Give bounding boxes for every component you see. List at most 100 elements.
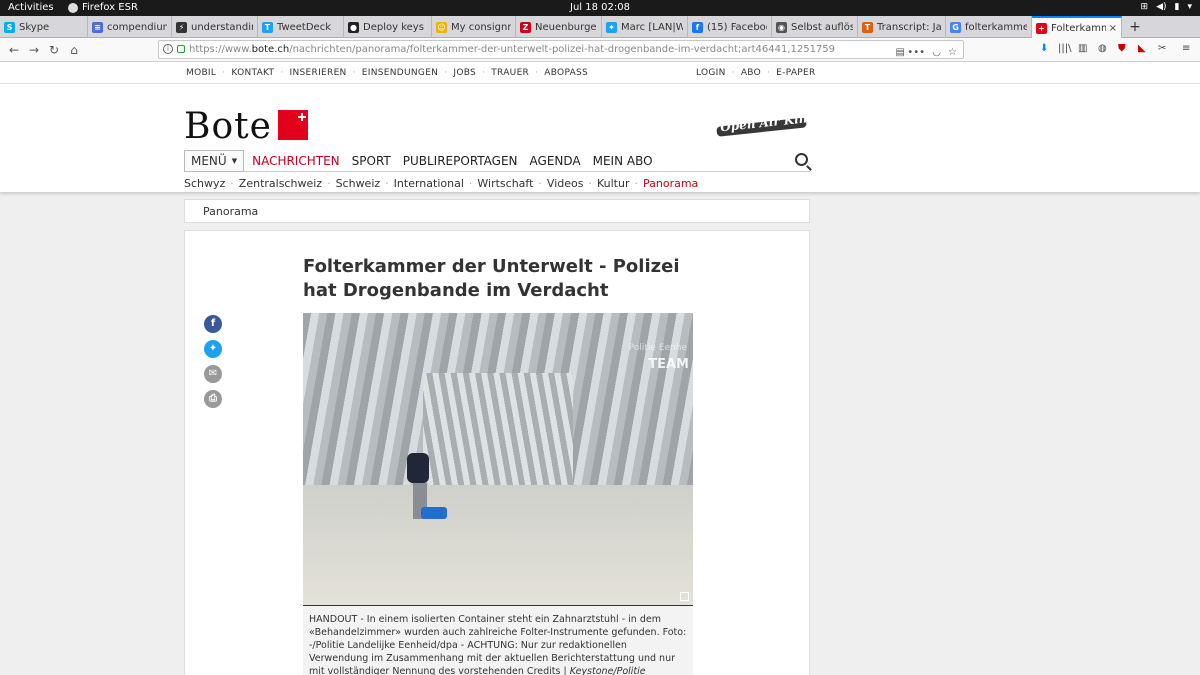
close-tab-icon[interactable]: × [1106, 23, 1117, 34]
breadcrumb[interactable]: Panorama [184, 199, 810, 223]
tab-9[interactable]: ◉ Selbst auflöse [772, 16, 858, 38]
article-photo[interactable]: Politie Eenhe TEAM [303, 313, 693, 605]
facebook-share-icon[interactable]: f [204, 315, 222, 333]
library-icon[interactable]: |||\ [1058, 43, 1071, 54]
swiss-cross-logo[interactable] [278, 110, 308, 140]
tab-label: Skype [19, 21, 50, 33]
menu-icon[interactable]: ≡ [1182, 43, 1190, 54]
skype-icon: S [4, 21, 15, 33]
app-menu[interactable]: Firefox ESR [68, 2, 138, 13]
tab-6[interactable]: Z Neuenburgers [516, 16, 602, 38]
site-logo[interactable]: Bote [184, 106, 272, 147]
bookmark-star-icon[interactable]: ☆ [948, 44, 957, 61]
utility-link-right-0[interactable]: LOGIN [696, 68, 726, 78]
sub-nav-item-1[interactable]: Zentralschweiz [239, 177, 322, 190]
separator: · [280, 68, 284, 78]
sub-nav-item-6[interactable]: Kultur [597, 177, 630, 190]
separator: · [538, 177, 542, 190]
expand-icon[interactable] [680, 592, 689, 601]
main-nav-item-2[interactable]: PUBLIREPORTAGEN [403, 154, 518, 168]
tab-2[interactable]: ⚡ understanding [172, 16, 258, 38]
info-icon[interactable]: i [163, 44, 173, 54]
separator: · [535, 68, 539, 78]
clock[interactable]: Jul 18 02:08 [570, 2, 630, 13]
separator: · [222, 68, 226, 78]
utility-link-2[interactable]: INSERIEREN [290, 68, 347, 78]
new-tab-button[interactable]: + [1122, 16, 1148, 38]
app-name: Firefox ESR [82, 2, 138, 13]
extension-icon[interactable]: ◍ [1098, 43, 1107, 54]
system-tray[interactable]: ⊞ ◀) ▮ ▾ [1141, 2, 1192, 12]
sub-nav-item-3[interactable]: International [394, 177, 464, 190]
utility-link-3[interactable]: EINSENDUNGEN [362, 68, 438, 78]
pocket-icon[interactable]: ◡ [932, 44, 941, 61]
bolt-icon: ⚡ [176, 21, 187, 33]
twitter-share-icon[interactable]: ✦ [204, 340, 222, 358]
caret-down-icon: ▼ [231, 156, 238, 165]
tab-3[interactable]: T TweetDeck [258, 16, 344, 38]
main-nav-item-4[interactable]: MEIN ABO [593, 154, 653, 168]
utility-links-left: MOBIL · KONTAKT · INSERIEREN · EINSENDUNGEN · JO… [186, 68, 588, 78]
tab-7[interactable]: ✦ Marc [LAN|W [602, 16, 688, 38]
back-icon[interactable]: ← [6, 42, 22, 58]
forward-icon[interactable]: → [26, 42, 42, 58]
eye-icon: ◉ [776, 21, 787, 33]
separator: · [766, 68, 771, 78]
promo-banner[interactable]: Open Air Kino [713, 101, 816, 143]
tab-label: Marc [LAN|W [621, 21, 683, 33]
utility-link-5[interactable]: TRAUER [491, 68, 529, 78]
sub-nav-item-4[interactable]: Wirtschaft [477, 177, 533, 190]
email-share-icon[interactable]: ✉ [204, 365, 222, 383]
utility-link-6[interactable]: ABOPASS [544, 68, 588, 78]
main-nav-item-1[interactable]: SPORT [352, 154, 391, 168]
tab-12[interactable]: + Folterkamm × [1032, 16, 1122, 38]
utility-link-right-2[interactable]: E-PAPER [776, 68, 815, 78]
sub-nav-item-5[interactable]: Videos [547, 177, 584, 190]
tab-11[interactable]: Gfolterkammer [946, 16, 1032, 38]
print-icon[interactable]: ⎙ [204, 390, 222, 408]
tab-5[interactable]: ☺ My consignme [432, 16, 516, 38]
separator: · [634, 177, 638, 190]
ublock-icon[interactable]: ⛊ [1118, 43, 1126, 54]
sub-nav-item-0[interactable]: Schwyz [184, 177, 225, 190]
photo-watermark: TEAM [648, 357, 689, 372]
separator: · [327, 177, 331, 190]
url-bar[interactable]: i https://www.bote.ch/nachrichten/panora… [158, 40, 964, 59]
utility-link-right-1[interactable]: ABO [741, 68, 761, 78]
tab-0[interactable]: S Skype [0, 16, 88, 38]
tab-10[interactable]: T Transcript: Jac [858, 16, 946, 38]
utility-link-4[interactable]: JOBS [453, 68, 476, 78]
sub-navigation: Schwyz · Zentralschweiz · Schweiz · Internatio… [184, 177, 698, 190]
tab-1[interactable]: ≡ compendium.c [88, 16, 172, 38]
tweetdeck-icon: T [262, 21, 273, 33]
tab-label: Folterkamm [1051, 22, 1106, 34]
extension-red-icon[interactable]: ◣ [1138, 43, 1146, 54]
sub-nav-item-2[interactable]: Schweiz [336, 177, 381, 190]
sidebar-icon[interactable]: ▥ [1078, 43, 1087, 54]
utility-link-0[interactable]: MOBIL [186, 68, 216, 78]
search-icon[interactable] [795, 153, 808, 166]
separator: · [385, 177, 389, 190]
reader-view-icon[interactable]: ▤ [896, 44, 905, 61]
separator: · [230, 177, 234, 190]
menu-button[interactable]: MENÜ ▼ [184, 149, 245, 172]
extension-clip-icon[interactable]: ✂ [1158, 43, 1166, 54]
sub-nav-item-7[interactable]: Panorama [643, 177, 698, 190]
article-title: Folterkammer der Unterwelt - Polizei hat… [303, 256, 680, 301]
tab-4[interactable]: ● Deploy keys [344, 16, 432, 38]
page-actions-icon[interactable]: ••• [907, 44, 925, 61]
home-icon[interactable]: ⌂ [66, 42, 82, 58]
volume-icon: ◀) [1156, 2, 1167, 12]
photo-watermark-small: Politie Eenhe [628, 343, 687, 353]
tab-label: compendium.c [107, 21, 167, 33]
separator: · [731, 68, 735, 78]
reload-icon[interactable]: ↻ [46, 42, 62, 58]
activities-button[interactable]: Activities [8, 2, 54, 13]
main-nav-item-3[interactable]: AGENDA [530, 154, 581, 168]
tab-8[interactable]: f (15) Facebook [688, 16, 772, 38]
download-icon[interactable]: ⬇ [1040, 43, 1048, 54]
menu-label: MENÜ [191, 153, 227, 168]
utility-link-1[interactable]: KONTAKT [231, 68, 274, 78]
main-nav-item-0[interactable]: NACHRICHTEN [252, 154, 340, 168]
lock-icon[interactable] [177, 45, 185, 53]
